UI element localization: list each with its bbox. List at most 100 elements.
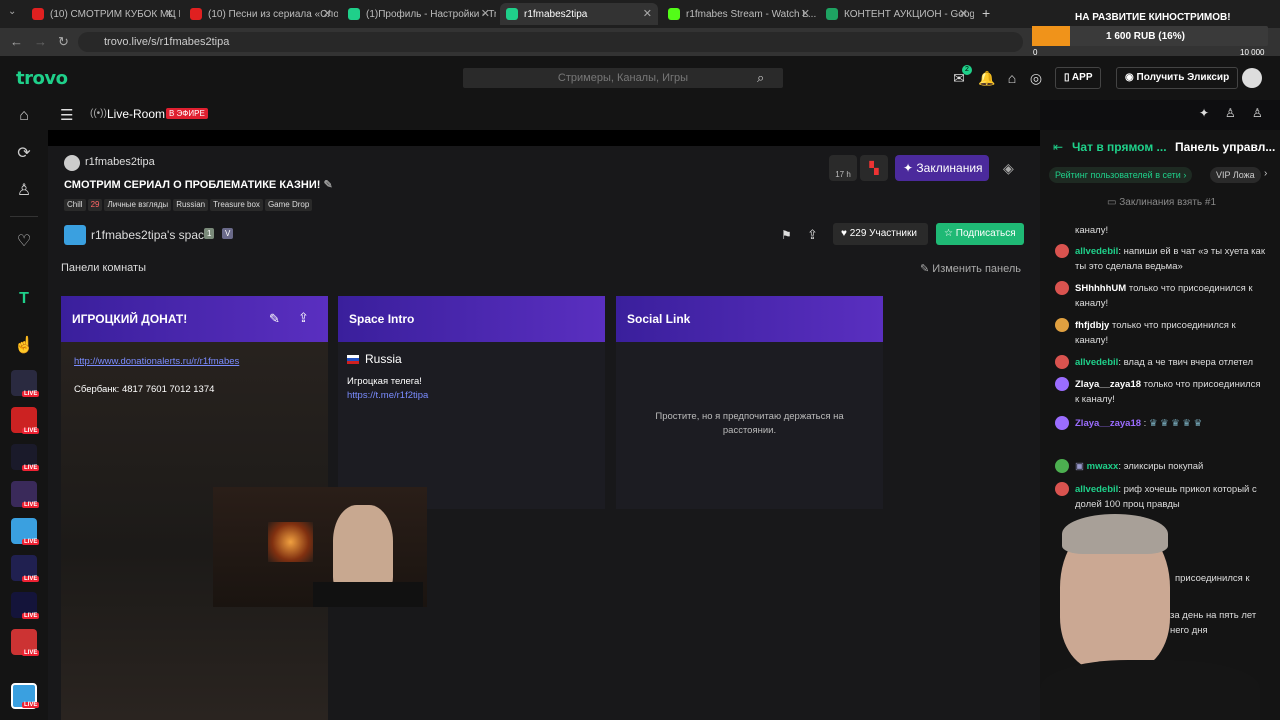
kick-icon — [668, 8, 680, 20]
globe-icon[interactable]: ◎ — [1028, 70, 1044, 86]
video-player-strip[interactable] — [48, 130, 1040, 146]
close-icon[interactable]: ✕ — [165, 7, 174, 20]
streamer-icon[interactable]: ♙ — [12, 179, 36, 203]
browser-tab[interactable]: (10) Песни из сериала «Слово...✕ — [184, 3, 338, 25]
avatar[interactable] — [1055, 355, 1069, 369]
avatar[interactable] — [1055, 416, 1069, 430]
live-badge: LIVE — [22, 613, 40, 619]
username[interactable]: Zlaya__zaya18 — [1075, 379, 1141, 390]
user-icon[interactable]: ♙ — [1225, 106, 1236, 120]
donation-amount: 1 600 RUB (16%) — [1106, 31, 1185, 42]
facecam-overlay — [1040, 510, 1280, 720]
like-icon[interactable]: ☝ — [12, 334, 36, 358]
avatar[interactable] — [1055, 244, 1069, 258]
search-icon[interactable]: ⌕ — [757, 70, 764, 86]
streamer-avatar[interactable] — [64, 155, 80, 171]
username[interactable]: Zlaya__zaya18 — [1075, 418, 1141, 429]
tab-menu-icon[interactable]: ⌄ — [8, 6, 16, 17]
close-icon[interactable]: ✕ — [481, 7, 490, 20]
space-intro-panel: Space Intro Russia Игроцкая телега! http… — [338, 296, 605, 509]
avatar[interactable] — [1055, 482, 1069, 496]
back-icon[interactable]: ← — [10, 34, 23, 49]
heart-icon[interactable]: ♡ — [12, 230, 36, 254]
username[interactable]: allvedebil — [1075, 484, 1118, 495]
tab-label: r1fmabes Stream - Watch L... — [686, 8, 816, 20]
badge-icon: ▣ — [1075, 461, 1087, 472]
panel-title: Social Link — [627, 312, 691, 326]
chevron-right-icon[interactable]: › — [1264, 168, 1267, 179]
trovo-logo[interactable]: trovo — [16, 68, 68, 89]
chat-tab-dashboard[interactable]: Панель управл... — [1175, 140, 1275, 154]
forward-icon[interactable]: → — [34, 34, 47, 49]
menu-toggle-icon[interactable]: ☰ — [60, 106, 73, 124]
close-icon[interactable]: ✕ — [801, 7, 810, 20]
username[interactable]: allvedebil — [1075, 357, 1118, 368]
username[interactable]: fhfjdbjy — [1075, 320, 1109, 331]
avatar[interactable] — [1055, 281, 1069, 295]
browser-tab[interactable]: r1fmabes Stream - Watch L... ✕ — [662, 3, 816, 25]
space-name[interactable]: r1fmabes2tipa's space — [91, 228, 211, 242]
liveroom-label[interactable]: Live-Room — [107, 107, 165, 121]
search-input[interactable]: Стримеры, Каналы, Игры — [463, 68, 783, 88]
donation-goal-widget: НА РАЗВИТИЕ КИНОСТРИМОВ! 1 600 RUB (16%)… — [1030, 6, 1272, 58]
vip-label: VIP Ложа — [1216, 170, 1255, 180]
chat-tab-live[interactable]: Чат в прямом ... — [1072, 140, 1167, 154]
get-elixir-button[interactable]: ◉ Получить Эликсир — [1116, 67, 1239, 89]
username[interactable]: allvedebil — [1075, 246, 1118, 257]
browser-tab-active[interactable]: r1fmabes2tipa ✕ — [500, 3, 658, 25]
browser-tab[interactable]: КОНТЕНТ АУКЦИОН - Google...✕ — [820, 3, 974, 25]
pin-icon[interactable]: ✦ — [1199, 106, 1209, 120]
avatar[interactable] — [1055, 377, 1069, 391]
activity-icon[interactable]: ⌂ — [1004, 70, 1020, 86]
chat-message: fhfjdbjy только что присоединился к кана… — [1055, 318, 1265, 348]
new-tab-icon[interactable]: + — [982, 5, 990, 21]
cube-icon[interactable]: ◈ — [1003, 160, 1014, 177]
share-icon[interactable]: ⇪ — [298, 310, 309, 326]
avatar[interactable] — [1055, 318, 1069, 332]
elixir-icon: ◉ — [1125, 72, 1137, 83]
spells-button[interactable]: ✦ Заклинания — [895, 155, 989, 181]
explore-icon[interactable]: ⟳ — [12, 142, 36, 166]
streamer-name[interactable]: r1fmabes2tipa — [85, 156, 155, 168]
avatar[interactable] — [1242, 68, 1262, 88]
close-icon[interactable]: ✕ — [323, 7, 332, 20]
edit-panel-button[interactable]: ✎ Изменить панель — [920, 262, 1021, 275]
subscribe-button[interactable]: ☆ Подписаться — [936, 223, 1024, 245]
stream-tags: Chill 29 Личные взгляды Russian Treasure box… — [64, 196, 314, 211]
tag[interactable]: Game Drop — [264, 199, 313, 211]
share-icon[interactable]: ⇪ — [807, 227, 818, 243]
trovo-t-icon[interactable]: T — [12, 287, 36, 311]
report-flag-icon[interactable]: ⚑ — [781, 228, 792, 242]
user-settings-icon[interactable]: ♙ — [1252, 106, 1263, 120]
vip-box-chip[interactable]: VIP Ложа — [1210, 167, 1261, 183]
bell-icon[interactable]: 🔔 — [978, 70, 995, 86]
tag[interactable]: Chill — [64, 199, 86, 211]
edit-pencil-icon[interactable]: ✎ — [323, 179, 332, 191]
tag[interactable]: Treasure box — [210, 199, 263, 211]
panel-title: Space Intro — [349, 312, 415, 326]
app-button[interactable]: ▯ APP — [1055, 67, 1102, 89]
home-icon[interactable]: ⌂ — [12, 104, 36, 128]
panels-section-title: Панели комнаты — [61, 262, 146, 274]
facecam-hair — [1062, 514, 1168, 554]
url-text: trovo.live/s/r1fmabes2tipa — [104, 36, 230, 48]
tag[interactable]: Russian — [173, 199, 209, 211]
tag[interactable]: Личные взгляды — [104, 199, 172, 211]
reload-icon[interactable]: ↻ — [58, 34, 69, 50]
close-icon[interactable]: ✕ — [643, 7, 652, 20]
telegram-link[interactable]: https://t.me/r1f2tipa — [347, 390, 428, 401]
username[interactable]: mwaxx — [1087, 461, 1119, 472]
browser-tab[interactable]: (10) СМОТРИМ КУБОК МЦ LA...✕ — [26, 3, 180, 25]
user-ranking-chip[interactable]: Рейтинг пользователей в сети › — [1049, 167, 1193, 183]
donation-link[interactable]: http://www.donationalerts.ru/r/r1fmabes — [74, 356, 239, 367]
tag[interactable]: 29 — [87, 199, 103, 211]
participants-button[interactable]: ♥ 229 Участники — [833, 223, 928, 245]
close-icon[interactable]: ✕ — [959, 7, 968, 20]
avatar[interactable] — [1055, 459, 1069, 473]
url-field[interactable]: trovo.live/s/r1fmabes2tipa — [78, 32, 1023, 52]
edit-icon[interactable]: ✎ — [269, 311, 280, 327]
username[interactable]: SHhhhhUM — [1075, 283, 1126, 294]
games-icon[interactable]: ▚ — [860, 155, 888, 181]
browser-tab[interactable]: (1)Профиль - Настройки - Tro...✕ — [342, 3, 496, 25]
gift-timer-icon[interactable]: 17 h — [829, 155, 857, 181]
